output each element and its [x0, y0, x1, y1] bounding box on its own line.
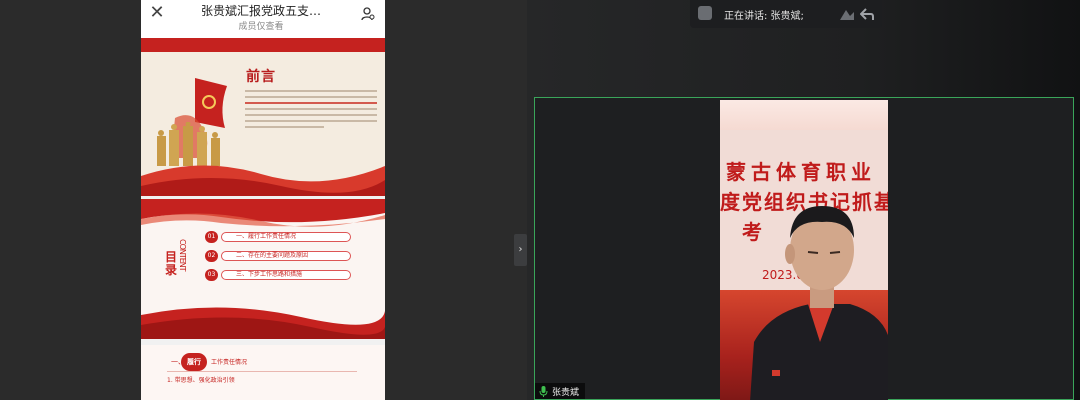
toc-label: 一、履行工作责任情况	[221, 232, 351, 242]
document-subtitle: 成员仅查看	[238, 22, 284, 32]
close-icon[interactable]: ✕	[149, 4, 165, 22]
share-icon[interactable]	[838, 6, 856, 22]
slides-scroll-area[interactable]: 前言 CONTENT 目录 01 一、履行工作责任情况 02 二、存在的主要问题…	[141, 38, 385, 400]
section-subheading: 1. 带思想、强化政治引领	[167, 377, 235, 384]
contents-title: 目录	[165, 250, 178, 277]
active-speaker-video-tile[interactable]: 蒙古体育职业 度党组织书记抓基 考 核 2023.01 张贵斌	[534, 97, 1074, 400]
video-background-top	[720, 100, 888, 130]
text-line-highlight	[245, 102, 377, 104]
text-line	[245, 96, 377, 98]
slide-top-band	[141, 38, 385, 52]
preface-title: 前言	[246, 69, 276, 85]
red-ribbon-wave	[141, 165, 385, 196]
back-arrow-icon[interactable]	[860, 6, 874, 22]
person-settings-icon[interactable]	[361, 7, 375, 21]
toc-label: 三、下步工作思路和措施	[221, 270, 351, 280]
text-line	[245, 126, 325, 128]
preface-text-block	[245, 90, 377, 132]
toc-item[interactable]: 01 一、履行工作责任情况	[205, 231, 353, 243]
section-heading: 工作责任情况	[211, 359, 248, 366]
document-header: ✕ 张贵斌汇报党政五支… 成员仅查看	[141, 0, 385, 38]
section-divider	[167, 371, 357, 372]
participant-video-feed: 蒙古体育职业 度党组织书记抓基 考 核 2023.01	[720, 100, 888, 400]
text-line	[245, 120, 377, 122]
toc-number: 02	[205, 250, 218, 262]
speaking-indicator-bar: 正在讲话: 张贵斌;	[690, 0, 882, 28]
avatar	[698, 6, 712, 20]
toc-number: 01	[205, 231, 218, 243]
participant-name: 张贵斌	[552, 387, 580, 398]
toc-item[interactable]: 02 二、存在的主要问题及原因	[205, 250, 353, 262]
toc-item[interactable]: 03 三、下步工作思路和措施	[205, 269, 353, 281]
video-banner-line-1: 蒙古体育职业	[726, 160, 876, 184]
text-line	[245, 114, 377, 116]
section-badge: 履行	[181, 353, 207, 371]
text-line	[245, 108, 377, 110]
microphone-icon	[539, 385, 548, 397]
document-viewer: ✕ 张贵斌汇报党政五支… 成员仅查看 前言 CONTENT 目录 01 一、履行…	[141, 0, 385, 400]
red-ribbon-top	[141, 199, 385, 227]
speaking-label: 正在讲话: 张贵斌;	[724, 11, 804, 22]
toc-label: 二、存在的主要问题及原因	[221, 251, 351, 261]
participant-figure	[750, 206, 888, 400]
participant-name-tag: 张贵斌	[535, 383, 586, 399]
document-title: 张贵斌汇报党政五支…	[200, 4, 321, 18]
slide-section-one: 一、 履行 工作责任情况 1. 带思想、强化政治引领	[141, 345, 385, 400]
chevron-right-icon[interactable]: ›	[514, 234, 527, 266]
toc-number: 03	[205, 269, 218, 281]
slide-preface: 前言	[141, 38, 385, 196]
red-ribbon-bottom	[141, 307, 385, 339]
slide-contents: CONTENT 目录 01 一、履行工作责任情况 02 二、存在的主要问题及原因…	[141, 199, 385, 339]
text-line	[245, 90, 377, 92]
